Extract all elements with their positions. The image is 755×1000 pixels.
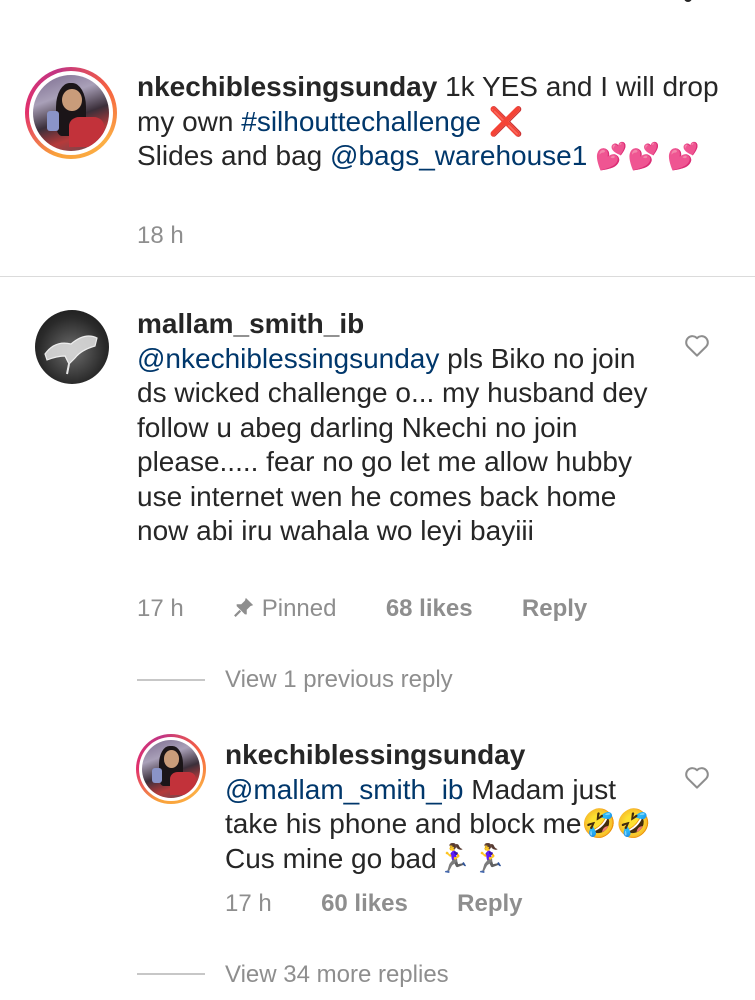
caption-time: 18 h xyxy=(137,222,184,249)
comment-reply-button[interactable]: Reply xyxy=(522,595,587,622)
heart-outline-icon[interactable] xyxy=(682,762,712,792)
comment-username[interactable]: mallam_smith_ib xyxy=(137,307,657,342)
view-previous-reply[interactable]: View 1 previous reply xyxy=(225,666,453,694)
reply-text: nkechiblessingsunday @mallam_smith_ib Ma… xyxy=(225,738,655,876)
comment-meta: 17 h Pinned 68 likes Reply xyxy=(137,595,587,623)
view-more-replies[interactable]: View 34 more replies xyxy=(225,961,449,989)
caption-text: nkechiblessingsunday 1k YES and I will d… xyxy=(137,70,727,174)
thread-line xyxy=(137,973,205,975)
caption-body-2: Slides and bag xyxy=(137,140,323,171)
comment-text: mallam_smith_ib @nkechiblessingsunday pl… xyxy=(137,307,657,549)
avatar[interactable] xyxy=(25,67,117,159)
hearts-emoji: 💕💕 💕 xyxy=(595,141,700,171)
pin-icon xyxy=(234,597,254,617)
caption-mention[interactable]: @bags_warehouse1 xyxy=(330,140,587,171)
reply-mention[interactable]: @mallam_smith_ib xyxy=(225,774,464,805)
reply-username[interactable]: nkechiblessingsunday xyxy=(225,738,655,773)
reply-time: 17 h xyxy=(225,890,272,917)
reply-likes[interactable]: 60 likes xyxy=(321,890,408,917)
avatar[interactable] xyxy=(136,734,206,804)
post-caption: nkechiblessingsunday 1k YES and I will d… xyxy=(0,0,755,276)
pinned-label: Pinned xyxy=(261,595,337,622)
comment-likes[interactable]: 68 likes xyxy=(386,595,473,622)
divider xyxy=(0,276,755,277)
caption-hashtag[interactable]: #silhouttechallenge xyxy=(241,106,481,137)
heart-outline-icon[interactable] xyxy=(682,330,712,360)
reply-reply-button[interactable]: Reply xyxy=(457,890,522,917)
thread-line xyxy=(137,679,205,681)
x-emoji: ❌ xyxy=(488,105,524,137)
comment-time: 17 h xyxy=(137,595,184,622)
reply-meta: 17 h 60 likes Reply xyxy=(225,890,523,918)
shoe-image xyxy=(44,335,98,375)
avatar[interactable] xyxy=(35,310,109,384)
comment-mention[interactable]: @nkechiblessingsunday xyxy=(137,343,439,374)
caption-username[interactable]: nkechiblessingsunday xyxy=(137,71,437,102)
